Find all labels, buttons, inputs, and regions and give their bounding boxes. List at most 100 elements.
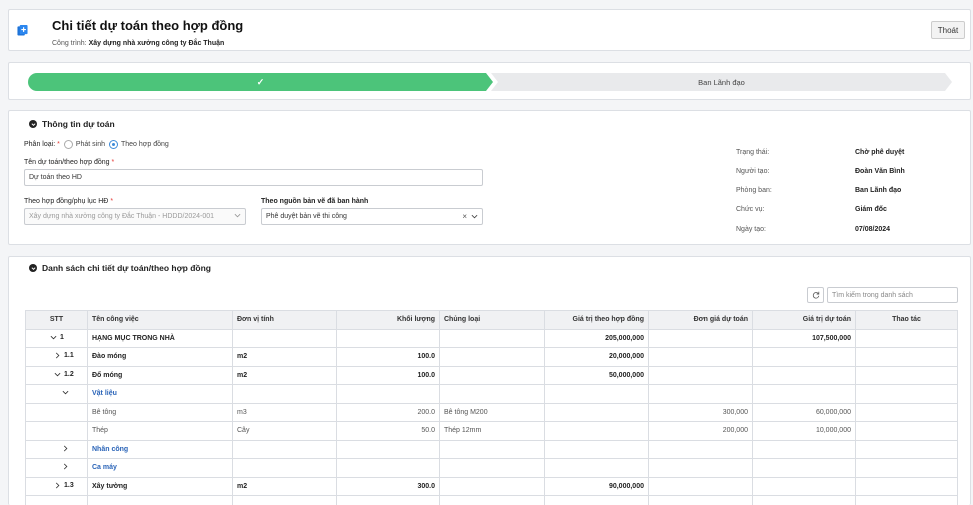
cell-type	[439, 365, 545, 385]
cell-estimate-value: 60,000,000	[752, 402, 856, 422]
cell-estimate-value	[752, 439, 856, 459]
chevron-down-icon	[50, 335, 57, 340]
table-row[interactable]: 1.2 Đổ móng m2 100.0 50,000,000	[25, 365, 958, 385]
cell-actions	[855, 365, 958, 385]
cell-empty	[855, 495, 958, 505]
cell-unit: m2	[232, 365, 337, 385]
clear-icon[interactable]: ×	[462, 212, 467, 221]
cell-unit-price	[648, 458, 753, 478]
col-stt: STT	[25, 310, 88, 330]
col-unit: Đơn vị tính	[232, 310, 337, 330]
table-row[interactable]: 1 HẠNG MỤC TRONG NHÀ 205,000,000 107,500,00…	[25, 328, 958, 348]
chevron-right-icon	[63, 463, 68, 470]
exit-button[interactable]: Thoát	[931, 21, 965, 39]
page-header: Chi tiết dự toán theo hợp đồng Công trìn…	[8, 9, 971, 51]
info-section-header[interactable]: Thông tin dự toán	[29, 119, 115, 129]
cell-stt[interactable]	[25, 458, 88, 478]
cell-estimate-value: 107,500,000	[752, 328, 856, 348]
cell-actions	[855, 421, 958, 441]
list-search-input[interactable]: Tìm kiếm trong danh sách	[827, 287, 958, 303]
cell-stt[interactable]: 1.3	[25, 476, 88, 496]
cell-contract-value: 20,000,000	[544, 347, 649, 367]
chevron-right-icon	[55, 482, 60, 489]
cell-estimate-value	[752, 347, 856, 367]
cell-type	[439, 347, 545, 367]
list-section-header[interactable]: Danh sách chi tiết dự toán/theo hợp đồng	[29, 263, 211, 273]
page-title: Chi tiết dự toán theo hợp đồng	[52, 18, 244, 33]
cell-actions	[855, 476, 958, 496]
cell-quantity: 100.0	[336, 365, 440, 385]
collapse-circle-icon	[29, 264, 37, 272]
drawing-select-value: Phê duyệt bản vẽ thi công	[266, 213, 347, 220]
estimate-info-section: Thông tin dự toán Phân loại: * Phát sinh…	[8, 110, 971, 245]
table-row[interactable]: 1.1 Đào móng m2 100.0 20,000,000	[25, 347, 958, 367]
cell-unit: m2	[232, 476, 337, 496]
project-line: Công trình: Xây dựng nhà xưởng công ty Đ…	[52, 40, 224, 47]
radio-theo-hop-dong[interactable]	[109, 140, 118, 149]
estimate-detail-list-section: Danh sách chi tiết dự toán/theo hợp đồng…	[8, 256, 971, 505]
cell-stt[interactable]: 1.1	[25, 347, 88, 367]
progress-step-done: ✓	[28, 73, 493, 91]
cell-contract-value	[544, 458, 649, 478]
refresh-button[interactable]	[807, 287, 824, 303]
status-value: Chờ phê duyệt	[855, 149, 905, 156]
col-contract-value: Giá trị theo hợp đồng	[544, 310, 649, 330]
cell-stt[interactable]	[25, 384, 88, 404]
table-row[interactable]: Nhân công	[25, 439, 958, 459]
cell-actions	[855, 439, 958, 459]
cell-type	[439, 384, 545, 404]
cell-stt[interactable]: 1	[25, 328, 88, 348]
position-key: Chức vụ:	[736, 206, 765, 213]
radio-theo-hop-dong-label: Theo hợp đồng	[121, 141, 169, 148]
cell-contract-value: 50,000,000	[544, 365, 649, 385]
cell-task-name: Đổ móng	[87, 365, 233, 385]
cell-unit-price: 300,000	[648, 402, 753, 422]
cell-quantity	[336, 439, 440, 459]
cell-estimate-value	[752, 384, 856, 404]
radio-phat-sinh[interactable]	[63, 140, 73, 149]
cell-contract-value: 90,000,000	[544, 476, 649, 496]
cell-task-name: Bê tông	[87, 402, 233, 422]
chevron-right-icon	[55, 352, 60, 359]
cell-estimate-value: 10,000,000	[752, 421, 856, 441]
cell-quantity	[336, 458, 440, 478]
creator-value: Đoàn Văn Bình	[855, 168, 905, 175]
info-section-title: Thông tin dự toán	[42, 119, 115, 129]
cell-estimate-value	[752, 365, 856, 385]
cell-stt	[25, 421, 88, 441]
table-row[interactable]: Bê tông m3 200.0 Bê tông M200 300,000 60,000,…	[25, 402, 958, 422]
col-task-name: Tên công việc	[87, 310, 233, 330]
name-field-label: Tên dự toán/theo hợp đồng *	[24, 159, 115, 166]
type-radio-group: Phân loại: * Phát sinh Theo hợp đồng	[24, 140, 169, 149]
drawing-field-label: Theo nguồn bản vẽ đã ban hành	[261, 198, 369, 205]
drawing-select[interactable]: Phê duyệt bản vẽ thi công ×	[261, 208, 483, 225]
check-icon: ✓	[256, 76, 265, 87]
cell-quantity: 100.0	[336, 347, 440, 367]
type-label: Phân loại:	[24, 141, 56, 148]
estimate-name-input[interactable]: Dự toán theo HD	[24, 169, 483, 186]
cell-contract-value	[544, 439, 649, 459]
project-name: Xây dựng nhà xưởng công ty Đắc Thuận	[88, 40, 225, 47]
cell-stt[interactable]: 1.2	[25, 365, 88, 385]
table-row[interactable]: Thép Cây 50.0 Thép 12mm 200,000 10,000,000	[25, 421, 958, 441]
cell-actions	[855, 347, 958, 367]
cell-stt[interactable]	[25, 439, 88, 459]
table-row[interactable]: 1.3 Xây tường m2 300.0 90,000,000	[25, 476, 958, 496]
cell-task-name: Nhân công	[87, 439, 233, 459]
cell-empty	[544, 495, 649, 505]
table-row[interactable]	[25, 495, 958, 505]
approval-progress: ✓ Ban Lãnh đạo	[8, 62, 971, 100]
table-row[interactable]: Vật liệu	[25, 384, 958, 404]
cell-type	[439, 439, 545, 459]
contract-select[interactable]: Xây dựng nhà xưởng công ty Đắc Thuận - H…	[24, 208, 246, 225]
cell-empty	[25, 495, 88, 505]
cell-task-name: HẠNG MỤC TRONG NHÀ	[87, 328, 233, 348]
cell-type: Thép 12mm	[439, 421, 545, 441]
cell-contract-value	[544, 402, 649, 422]
select-suffix: ×	[462, 212, 478, 221]
cell-quantity: 300.0	[336, 476, 440, 496]
cell-unit: Cây	[232, 421, 337, 441]
list-section-title: Danh sách chi tiết dự toán/theo hợp đồng	[42, 263, 211, 273]
table-row[interactable]: Ca máy	[25, 458, 958, 478]
cell-unit-price	[648, 384, 753, 404]
